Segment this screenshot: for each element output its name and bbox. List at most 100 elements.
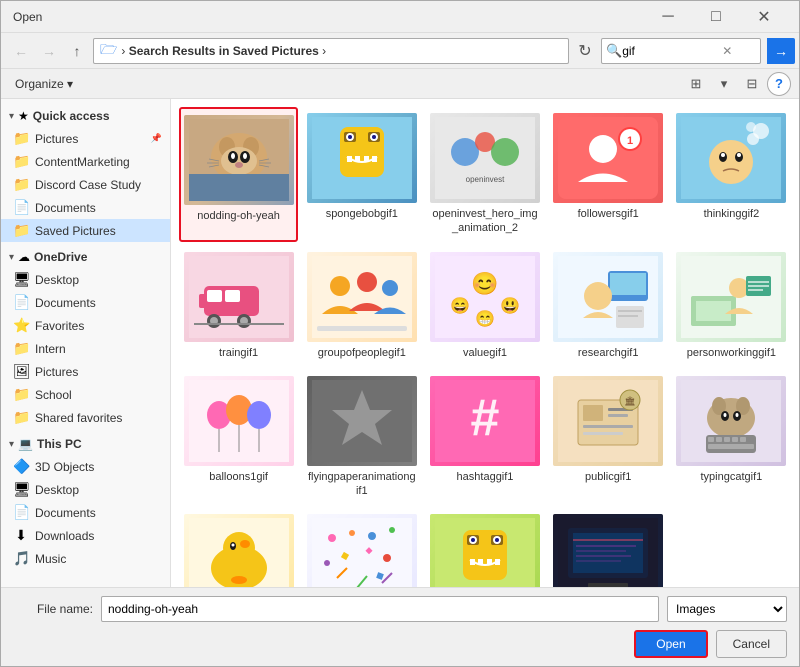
quick-access-header[interactable]: ▾ ★ Quick access (1, 105, 170, 127)
file-thumbnail: openinvest (430, 113, 540, 203)
file-thumbnail (553, 514, 663, 587)
close-button[interactable]: ✕ (741, 5, 787, 29)
thispc-section: ▾ 💻 This PC 🔷 3D Objects 🖥 Desktop 📄 Doc… (1, 431, 170, 572)
file-item-paper[interactable]: flyingpaperanimationgif1 (302, 370, 421, 505)
file-item-spongebob[interactable]: spongebobgif1 (302, 107, 421, 242)
file-item-spongebob2[interactable]: spongebobgif2 (425, 508, 544, 587)
sidebar-item-music[interactable]: 🎵 Music (1, 547, 170, 570)
file-thumbnail (430, 514, 540, 587)
file-item-balloon[interactable]: balloons1gif (179, 370, 298, 505)
file-item-confetti[interactable]: confettigif1 (302, 508, 421, 587)
sidebar-item-od-documents[interactable]: 📄 Documents (1, 291, 170, 314)
sidebar-item-shared-favorites[interactable]: 📁 Shared favorites (1, 406, 170, 429)
file-item-train[interactable]: traingif1 (179, 246, 298, 366)
file-item-hashtag[interactable]: # hashtaggif1 (425, 370, 544, 505)
titlebar-controls: ─ □ ✕ (645, 5, 787, 29)
sidebar-item-documents[interactable]: 📄 Documents (1, 196, 170, 219)
bottom-bar: File name: Images All Files Open Cancel (1, 587, 799, 666)
up-button[interactable]: ↑ (65, 39, 89, 63)
sidebar-item-intern[interactable]: 📁 Intern (1, 337, 170, 360)
svg-text:#: # (471, 389, 500, 447)
sidebar-item-favorites[interactable]: ⭐ Favorites (1, 314, 170, 337)
file-grid: nodding-oh-yeah (179, 107, 791, 587)
search-clear-icon[interactable]: ✕ (722, 44, 732, 58)
file-item-value[interactable]: 😊 😄 😃 😁 valuegif1 (425, 246, 544, 366)
file-name: thinkinggif2 (704, 207, 760, 221)
view-details-button[interactable]: ⊞ (683, 73, 709, 95)
sidebar-item-pc-documents[interactable]: 📄 Documents (1, 501, 170, 524)
file-thumbnail (676, 252, 786, 342)
cloud-icon: ☁ (18, 250, 30, 264)
sidebar-item-pc-desktop[interactable]: 🖥 Desktop (1, 478, 170, 501)
file-thumbnail: 🏛 (553, 376, 663, 466)
maximize-button[interactable]: □ (693, 5, 739, 29)
svg-text:openinvest: openinvest (466, 175, 505, 184)
filename-input[interactable] (101, 596, 659, 622)
svg-text:😄: 😄 (450, 297, 470, 315)
cancel-button[interactable]: Cancel (716, 630, 787, 658)
svg-text:🏛: 🏛 (624, 396, 635, 406)
file-item-duck[interactable]: duckgif1 (179, 508, 298, 587)
filename-row: File name: Images All Files (13, 596, 787, 622)
file-thumbnail: 😊 😄 😃 😁 (430, 252, 540, 342)
file-item-typingcat[interactable]: typingcatgif1 (672, 370, 791, 505)
file-item-public[interactable]: 🏛 publicgif1 (549, 370, 668, 505)
sidebar-item-desktop[interactable]: 🖥 Desktop (1, 268, 170, 291)
view-dropdown-button[interactable]: ▾ (711, 73, 737, 95)
help-button[interactable]: ? (767, 72, 791, 96)
quick-access-section: ▾ ★ Quick access 📁 Pictures 📌 📁 ContentM… (1, 103, 170, 244)
file-name: personworkinggif1 (687, 346, 776, 360)
file-item-person[interactable]: personworkinggif1 (672, 246, 791, 366)
sidebar-item-pictures[interactable]: 📁 Pictures 📌 (1, 127, 170, 150)
file-item-nodding[interactable]: nodding-oh-yeah (179, 107, 298, 242)
address-bar[interactable]: 🗁 › Search Results in Saved Pictures › (93, 38, 569, 64)
threed-icon: 🔷 (13, 458, 29, 475)
titlebar: Open ─ □ ✕ (1, 1, 799, 33)
file-item-dark[interactable]: darkgif1 (549, 508, 668, 587)
refresh-button[interactable]: ↻ (573, 39, 597, 63)
svg-text:😊: 😊 (471, 271, 498, 296)
forward-button[interactable]: → (37, 39, 61, 63)
sidebar-item-saved-pictures[interactable]: 📁 Saved Pictures (1, 219, 170, 242)
file-name: hashtaggif1 (457, 470, 514, 484)
sidebar-item-discord[interactable]: 📁 Discord Case Study (1, 173, 170, 196)
sidebar-item-3dobjects[interactable]: 🔷 3D Objects (1, 455, 170, 478)
dialog-title: Open (13, 10, 42, 24)
folder-icon: 📁 (13, 153, 29, 170)
sidebar-item-school[interactable]: 📁 School (1, 383, 170, 406)
file-item-openinvest[interactable]: openinvest openinvest_hero_img_animation… (425, 107, 544, 242)
file-name: nodding-oh-yeah (197, 209, 280, 223)
file-name: typingcatgif1 (701, 470, 763, 484)
file-thumbnail (184, 252, 294, 342)
chevron-icon: ▾ (9, 252, 14, 263)
chevron-icon: ▾ (9, 111, 14, 122)
desktop-icon: 🖥 (13, 271, 29, 288)
organize-button[interactable]: Organize ▾ (9, 75, 79, 93)
file-item-thinking[interactable]: thinkinggif2 (672, 107, 791, 242)
file-item-research[interactable]: researchgif1 (549, 246, 668, 366)
thispc-header[interactable]: ▾ 💻 This PC (1, 433, 170, 455)
sidebar-item-od-pictures[interactable]: 🖼 Pictures (1, 360, 170, 383)
sidebar-item-downloads[interactable]: ⬇ Downloads (1, 524, 170, 547)
file-name: flyingpaperanimationgif1 (307, 470, 417, 499)
back-button[interactable]: ← (9, 39, 33, 63)
file-thumbnail (184, 514, 294, 587)
file-item-group[interactable]: groupofpeoplegif1 (302, 246, 421, 366)
sidebar-item-contentmarketing[interactable]: 📁 ContentMarketing (1, 150, 170, 173)
filetype-select[interactable]: Images All Files (667, 596, 787, 622)
address-text: › Search Results in Saved Pictures › (121, 44, 562, 58)
search-icon: 🔍 (606, 43, 622, 59)
file-thumbnail: 1 (553, 113, 663, 203)
desktop-icon: 🖥 (13, 481, 29, 498)
file-name: publicgif1 (585, 470, 631, 484)
file-item-followers[interactable]: 1 followersgif1 (549, 107, 668, 242)
search-input[interactable] (622, 44, 722, 58)
filename-label: File name: (13, 602, 93, 616)
view-large-button[interactable]: ⊟ (739, 73, 765, 95)
star-icon: ⭐ (13, 317, 29, 334)
minimize-button[interactable]: ─ (645, 5, 691, 29)
search-go-button[interactable]: → (767, 38, 795, 64)
chevron-icon: ▾ (9, 439, 14, 450)
onedrive-header[interactable]: ▾ ☁ OneDrive (1, 246, 170, 268)
open-button[interactable]: Open (634, 630, 707, 658)
